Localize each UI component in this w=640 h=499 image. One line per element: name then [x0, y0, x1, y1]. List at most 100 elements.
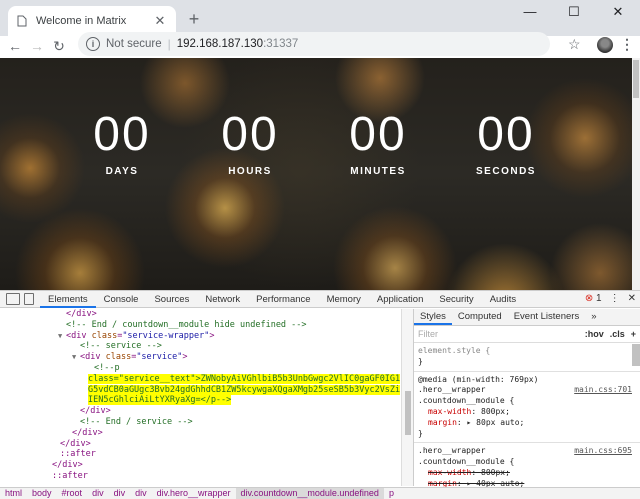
dom-line-highlighted[interactable]: class="service__text">ZWNobyAiVGhlbiB5b3…: [0, 373, 400, 385]
rule-selector: element.style {: [418, 346, 491, 355]
new-tab-button[interactable]: +: [184, 9, 204, 29]
device-toolbar-icon[interactable]: [24, 293, 34, 305]
bookmark-star-icon[interactable]: ☆: [568, 36, 581, 53]
countdown-label: DAYS: [105, 166, 139, 177]
dom-line-highlighted[interactable]: IEN5cGhlciAiLtYXRyaXg=</p-->: [0, 395, 400, 406]
dom-scrollbar[interactable]: [401, 309, 413, 486]
hov-toggle[interactable]: :hov: [585, 329, 604, 339]
tab-elements[interactable]: Elements: [40, 291, 96, 308]
dom-line[interactable]: </div>: [0, 406, 400, 417]
window-close-button[interactable]: ✕: [596, 0, 640, 28]
dom-scrollbar-thumb[interactable]: [405, 391, 411, 435]
breadcrumb-item[interactable]: html: [0, 488, 27, 499]
media-query: @media (min-width: 769px): [418, 374, 539, 384]
back-arrow-icon[interactable]: ←: [4, 38, 26, 54]
expand-triangle-icon[interactable]: ▼: [72, 352, 80, 363]
dom-tree[interactable]: </div> <!-- End / countdown__module hide…: [0, 309, 400, 486]
element-style-rule[interactable]: element.style { }: [414, 343, 640, 372]
media-rule[interactable]: @media (min-width: 769px) main.css:701 .…: [414, 372, 640, 444]
expand-triangle-icon[interactable]: ▼: [58, 331, 66, 342]
dom-line[interactable]: </div>: [0, 309, 400, 320]
page-icon: [16, 14, 28, 28]
breadcrumb-item[interactable]: div.hero__wrapper: [152, 488, 236, 499]
countdown-minutes: 00 MINUTES: [328, 108, 428, 178]
reload-icon[interactable]: ↻: [48, 38, 70, 55]
address-bar[interactable]: i Not secure | 192.168.187.130 :31337: [78, 32, 550, 56]
breadcrumb-item[interactable]: div: [109, 488, 131, 499]
countdown-value: 00: [93, 108, 151, 161]
breadcrumb-item[interactable]: #root: [57, 488, 88, 499]
error-count: 1: [596, 293, 602, 304]
rule-source-link[interactable]: main.css:701: [574, 385, 632, 396]
countdown-value: 00: [349, 108, 407, 161]
forward-arrow-icon[interactable]: →: [26, 38, 48, 54]
dom-line[interactable]: <!-- End / service -->: [0, 417, 400, 428]
countdown-value: 00: [221, 108, 279, 161]
tab-network[interactable]: Network: [197, 291, 248, 308]
dom-line[interactable]: <!--p: [0, 363, 400, 374]
rule-source-link[interactable]: main.css:695: [574, 446, 632, 457]
inspect-element-icon[interactable]: [6, 293, 20, 305]
tab-sources[interactable]: Sources: [146, 291, 197, 308]
browser-menu-icon[interactable]: ⋮: [620, 36, 634, 53]
cls-toggle[interactable]: .cls: [610, 329, 625, 339]
minimize-button[interactable]: —: [508, 0, 552, 28]
rule-close: }: [418, 428, 423, 438]
dom-line[interactable]: <!-- service -->: [0, 341, 400, 352]
profile-avatar[interactable]: [597, 37, 613, 53]
breadcrumb-item[interactable]: body: [27, 488, 57, 499]
url-host: 192.168.187.130: [176, 38, 264, 50]
dom-line[interactable]: ▼ <div class="service">: [0, 352, 400, 363]
breadcrumb-item-selected[interactable]: div.countdown__module.undefined: [235, 488, 384, 499]
countdown-label: HOURS: [228, 166, 272, 177]
more-tabs-icon[interactable]: »: [585, 309, 602, 325]
css-declaration-overridden[interactable]: max-width: 800px;: [418, 468, 636, 479]
css-declaration[interactable]: max-width: 800px;: [418, 407, 636, 418]
error-count-badge[interactable]: ⊗ 1: [585, 293, 602, 304]
page-scrollbar-thumb[interactable]: [633, 60, 639, 98]
css-declaration[interactable]: margin: ▸ 80px auto;: [418, 418, 636, 429]
tab-security[interactable]: Security: [431, 291, 481, 308]
page-scrollbar[interactable]: [632, 58, 640, 290]
styles-filter[interactable]: Filter :hov .cls +: [414, 326, 640, 343]
styles-pane: Styles Computed Event Listeners » Filter…: [413, 309, 640, 494]
countdown-hours: 00 HOURS: [200, 108, 300, 178]
tab-styles[interactable]: Styles: [414, 309, 452, 325]
address-separator: |: [167, 37, 171, 51]
breadcrumb-item[interactable]: p: [384, 488, 399, 499]
tab-application[interactable]: Application: [369, 291, 431, 308]
dom-line-highlighted[interactable]: G5vdCB0aGUgc3Bvb24gdGhhdCB1ZW5kcywgaXQga…: [0, 384, 400, 396]
dom-line[interactable]: ::after: [0, 449, 400, 460]
url-port: :31337: [263, 38, 299, 50]
tab-audits[interactable]: Audits: [482, 291, 524, 308]
add-rule-button[interactable]: +: [631, 329, 636, 339]
filter-input[interactable]: Filter: [418, 329, 579, 339]
breadcrumb-item[interactable]: div: [130, 488, 152, 499]
dom-line[interactable]: </div>: [0, 460, 400, 471]
info-icon[interactable]: i: [86, 37, 100, 51]
dom-line[interactable]: ▼ <div class="service-wrapper">: [0, 331, 400, 342]
countdown-seconds: 00 SECONDS: [456, 110, 556, 178]
devtools-close-icon[interactable]: ✕: [628, 293, 636, 304]
countdown-label: SECONDS: [476, 166, 536, 177]
breadcrumb-item[interactable]: div: [87, 488, 109, 499]
countdown-label: MINUTES: [350, 166, 406, 177]
tab-computed[interactable]: Computed: [452, 309, 508, 325]
tab-title: Welcome in Matrix: [36, 15, 127, 27]
countdown-days: 00 DAYS: [72, 108, 172, 178]
dom-line[interactable]: </div>: [0, 439, 400, 450]
tab-console[interactable]: Console: [96, 291, 147, 308]
rule-selector: .countdown__module {: [418, 457, 515, 467]
dom-line[interactable]: ::after: [0, 471, 400, 482]
tab-close-icon[interactable]: ✕: [152, 13, 168, 29]
tab-event-listeners[interactable]: Event Listeners: [508, 309, 585, 325]
tab-memory[interactable]: Memory: [319, 291, 369, 308]
styles-scrollbar-thumb[interactable]: [632, 344, 640, 366]
tab-performance[interactable]: Performance: [248, 291, 318, 308]
devtools-more-icon[interactable]: ⋮: [610, 293, 620, 304]
maximize-button[interactable]: ☐: [552, 0, 596, 28]
browser-toolbar: ← → ↻ i Not secure | 192.168.187.130 :31…: [0, 32, 640, 56]
dom-breadcrumb: html body #root div div div div.hero__wr…: [0, 487, 640, 499]
dom-line[interactable]: </div>: [0, 428, 400, 439]
dom-line[interactable]: <!-- End / countdown__module hide undefi…: [0, 320, 400, 331]
